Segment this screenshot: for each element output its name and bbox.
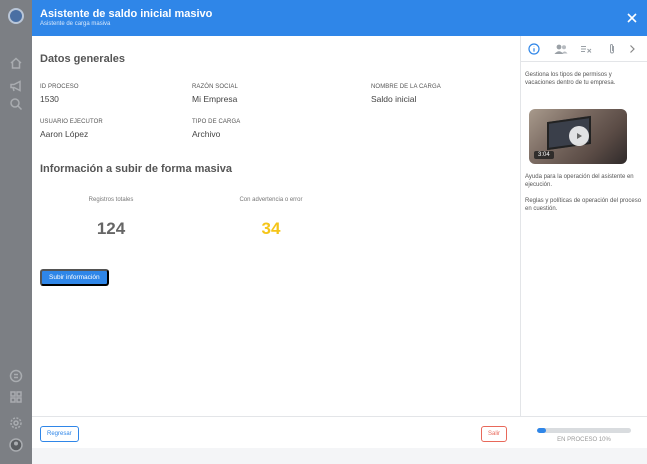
attachment-icon[interactable] bbox=[605, 42, 619, 56]
modal-footer: Regresar Salir EN PROCESO 10% bbox=[32, 416, 647, 448]
general-data-title: Datos generales bbox=[40, 53, 125, 65]
field-label-usuario-ejecutor: USUARIO EJECUTOR bbox=[40, 119, 103, 125]
megaphone-icon[interactable] bbox=[9, 79, 23, 93]
modal-subtitle: Asistente de carga masiva bbox=[40, 21, 111, 27]
payroll-icon[interactable] bbox=[9, 369, 23, 383]
user-avatar-icon[interactable] bbox=[9, 438, 23, 452]
help-panel: Gestiona los tipos de permisos y vacacio… bbox=[520, 36, 647, 416]
app-sidebar bbox=[0, 0, 32, 464]
play-icon[interactable] bbox=[569, 126, 589, 146]
field-label-nombre-carga: NOMBRE DE LA CARGA bbox=[371, 84, 441, 90]
field-value-razon-social: Mi Empresa bbox=[192, 94, 238, 104]
stat-label-total: Registros totales bbox=[88, 197, 134, 203]
help-description: Gestiona los tipos de permisos y vacacio… bbox=[525, 72, 616, 86]
progress-fill bbox=[537, 428, 547, 433]
main-content: Datos generales ID PROCESO 1530 RAZÓN SO… bbox=[32, 36, 520, 416]
rules-text: Reglas y políticas de operación del proc… bbox=[525, 198, 642, 212]
modal-title: Asistente de saldo inicial masivo bbox=[40, 8, 213, 20]
video-duration: 3:04 bbox=[534, 151, 554, 159]
chevron-right-icon[interactable] bbox=[625, 42, 639, 56]
settings-icon[interactable] bbox=[9, 416, 23, 430]
field-label-tipo-carga: TIPO DE CARGA bbox=[192, 119, 241, 125]
back-button[interactable]: Regresar bbox=[40, 426, 79, 442]
upload-button[interactable]: Subir información bbox=[40, 269, 109, 286]
logo-icon[interactable] bbox=[8, 8, 24, 24]
stat-value-total: 124 bbox=[96, 219, 126, 238]
search-icon[interactable] bbox=[9, 97, 23, 111]
exit-button[interactable]: Salir bbox=[481, 426, 508, 442]
field-value-tipo-carga: Archivo bbox=[192, 129, 221, 139]
stat-label-warnings: Con advertencia o error bbox=[239, 197, 303, 203]
home-icon[interactable] bbox=[9, 56, 23, 70]
field-label-razon-social: RAZÓN SOCIAL bbox=[192, 84, 238, 90]
field-value-nombre-carga: Saldo inicial bbox=[371, 94, 417, 104]
info-icon[interactable] bbox=[527, 42, 541, 56]
users-icon[interactable] bbox=[553, 42, 569, 56]
progress-bar bbox=[537, 428, 631, 433]
help-video-thumbnail[interactable]: 3:04 bbox=[529, 109, 627, 164]
stat-value-warnings: 34 bbox=[261, 219, 281, 238]
modal-header: Asistente de saldo inicial masivo Asiste… bbox=[32, 0, 647, 36]
upload-section-title: Información a subir de forma masiva bbox=[40, 163, 232, 175]
field-label-id-proceso: ID PROCESO bbox=[40, 84, 79, 90]
grid-icon[interactable] bbox=[9, 390, 23, 404]
help-text: Ayuda para la operación del asistente en… bbox=[525, 174, 634, 188]
field-value-usuario-ejecutor: Aaron López bbox=[40, 129, 89, 139]
wizard-modal: Asistente de saldo inicial masivo Asiste… bbox=[32, 0, 647, 448]
list-check-icon[interactable] bbox=[579, 42, 593, 56]
close-icon[interactable] bbox=[625, 11, 639, 25]
help-panel-tabs bbox=[521, 36, 647, 62]
field-value-id-proceso: 1530 bbox=[40, 94, 59, 104]
progress-status: EN PROCESO 10% bbox=[557, 437, 611, 443]
